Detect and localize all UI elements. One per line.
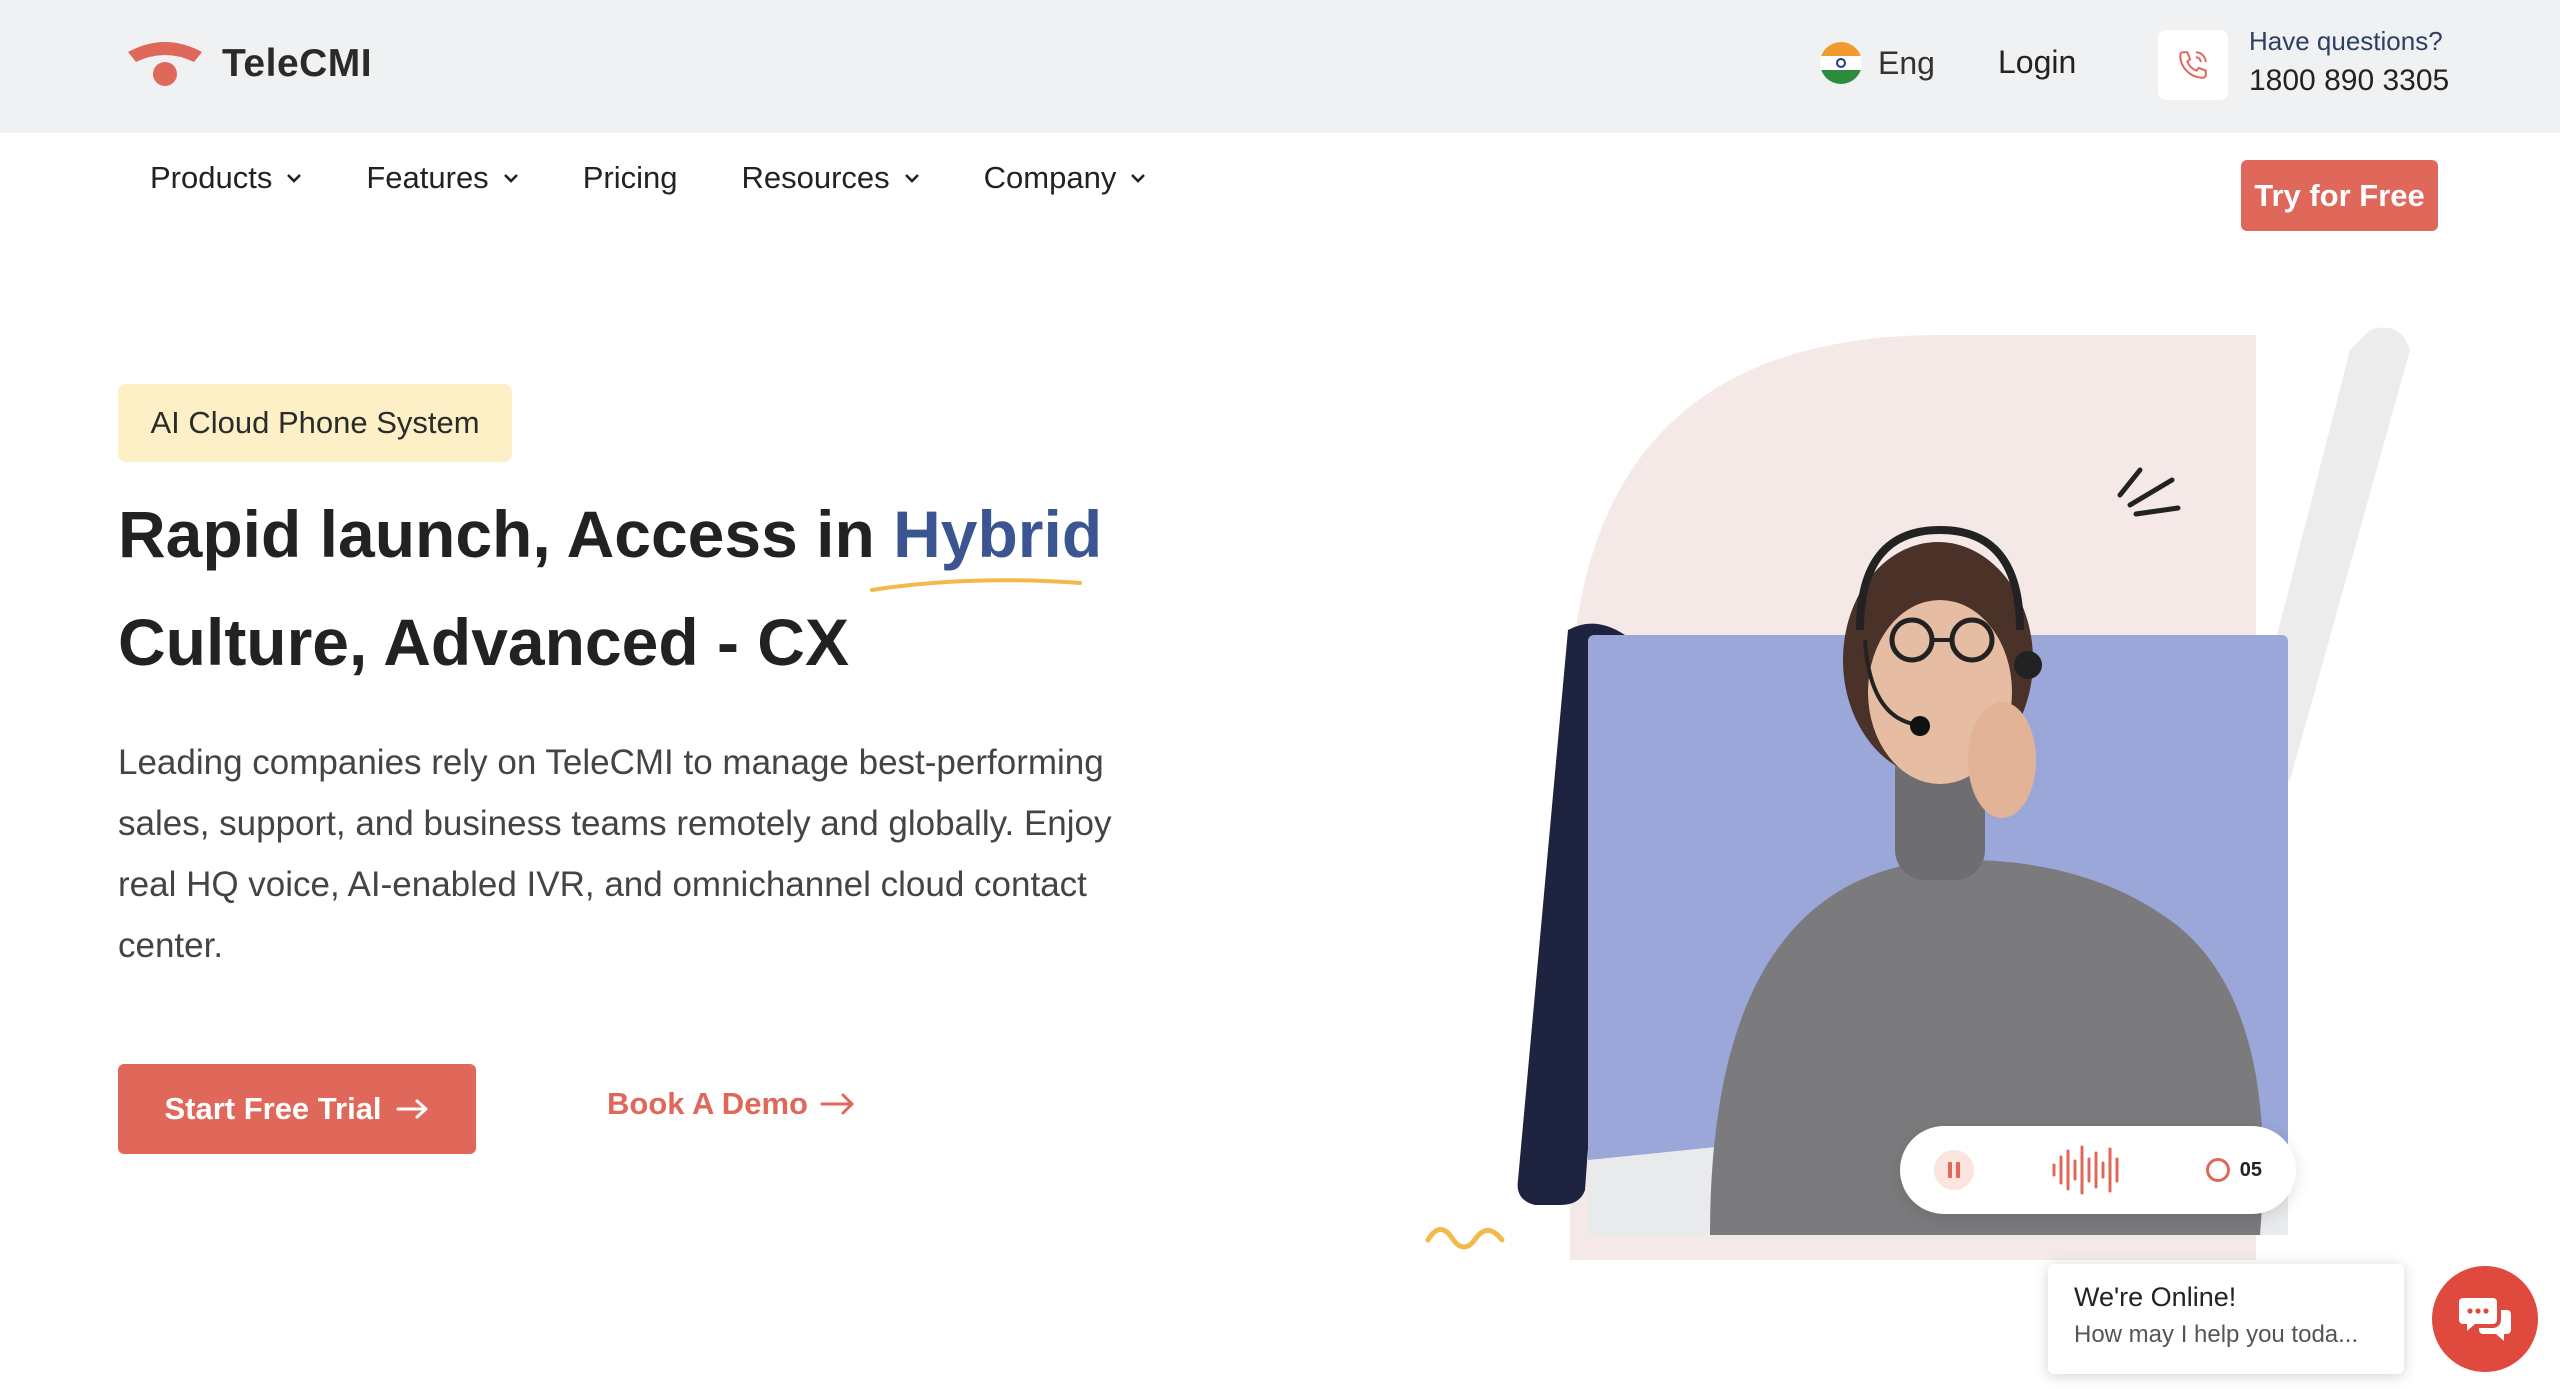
chat-greeting-bubble[interactable]: We're Online! How may I help you toda...: [2048, 1264, 2404, 1374]
headline-part2: Culture, Advanced - CX: [118, 605, 849, 679]
phone-number-link[interactable]: 1800 890 3305: [2249, 64, 2449, 98]
chat-icon: [2459, 1298, 2511, 1341]
nav-item-label: Resources: [741, 160, 890, 195]
chat-launcher-button[interactable]: [2432, 1266, 2538, 1372]
book-demo-link[interactable]: Book A Demo: [607, 1086, 856, 1122]
try-for-free-button[interactable]: Try for Free: [2241, 160, 2438, 231]
nav-item-pricing[interactable]: Pricing: [583, 160, 678, 196]
record-icon: [2205, 1158, 2230, 1182]
book-demo-label: Book A Demo: [607, 1086, 808, 1121]
nav-item-resources[interactable]: Resources: [741, 160, 919, 196]
chat-title: We're Online!: [2074, 1282, 2237, 1312]
telecmi-logo-icon: [128, 42, 202, 86]
questions-label: Have questions?: [2249, 26, 2443, 56]
arrow-right-icon: [820, 1093, 854, 1115]
call-player: 05: [1900, 1126, 2296, 1214]
headline-underline-decoration: [870, 578, 1082, 592]
headline-part1: Rapid launch, Access in: [118, 497, 894, 571]
chevron-down-icon: [1131, 174, 1146, 183]
call-timer-value: 05: [2239, 1158, 2262, 1181]
nav-item-label: Features: [366, 160, 489, 195]
chevron-down-icon: [503, 174, 518, 183]
chat-subtitle: How may I help you toda...: [2074, 1321, 2359, 1348]
chevron-down-icon: [287, 174, 302, 183]
main-nav: Products Features Pricing Resources Comp…: [150, 160, 1210, 196]
language-label: Eng: [1878, 44, 1935, 81]
nav-item-products[interactable]: Products: [150, 160, 302, 196]
arrow-right-icon: [396, 1099, 428, 1119]
hero-badge: AI Cloud Phone System: [118, 384, 512, 462]
chevron-down-icon: [904, 174, 919, 183]
brand-name: TeleCMI: [222, 42, 373, 85]
nav-item-company[interactable]: Company: [984, 160, 1147, 196]
nav-item-label: Products: [150, 160, 273, 195]
start-free-trial-button[interactable]: Start Free Trial: [118, 1064, 476, 1154]
login-link[interactable]: Login: [1998, 44, 2076, 81]
pause-icon[interactable]: [1934, 1150, 1974, 1190]
sound-wave-icon: [2052, 1145, 2119, 1195]
call-timer: 05: [2205, 1158, 2262, 1182]
start-free-trial-label: Start Free Trial: [164, 1091, 382, 1126]
phone-icon[interactable]: [2158, 30, 2228, 100]
language-selector[interactable]: Eng: [1820, 42, 1935, 84]
headline-highlight: Hybrid: [893, 497, 1103, 571]
nav-item-label: Company: [983, 160, 1117, 195]
brand-logo[interactable]: TeleCMI: [124, 38, 372, 90]
nav-item-label: Pricing: [582, 160, 678, 195]
india-flag-icon: [1820, 42, 1862, 84]
hero-description: Leading companies rely on TeleCMI to man…: [118, 743, 1112, 965]
nav-item-features[interactable]: Features: [366, 160, 518, 196]
